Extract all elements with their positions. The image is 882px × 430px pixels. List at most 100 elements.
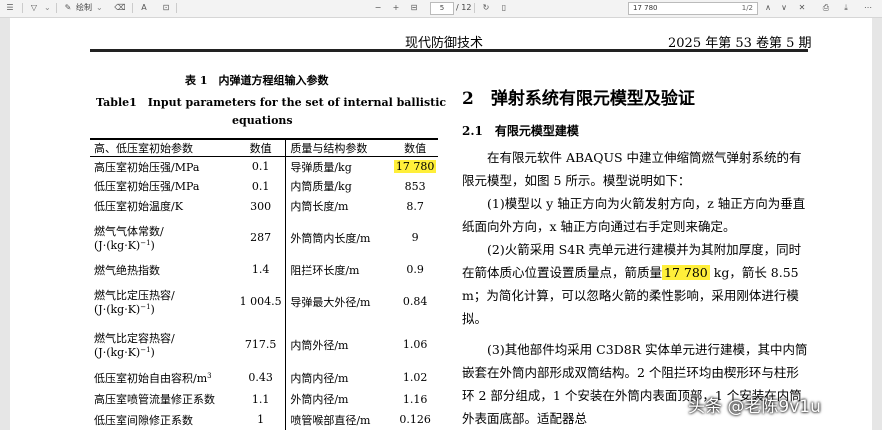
param-name-line: 低压室初始自由容积/m bbox=[94, 371, 208, 385]
column-header: 高、低压室初始参数 bbox=[90, 138, 237, 157]
param-name: 导弹最大外径/m bbox=[290, 295, 371, 309]
draw-dropdown-icon[interactable]: ⌄ bbox=[96, 2, 103, 14]
param-name: 低压室初始温度/K bbox=[94, 200, 183, 213]
param-name-line: 燃气比定压热容/ bbox=[94, 289, 175, 302]
param-name-line: 燃气气体常数/ bbox=[94, 225, 164, 238]
fit-page-icon[interactable]: ⊟ bbox=[408, 2, 420, 14]
param-value: 0.9 bbox=[406, 263, 424, 276]
param-value: 0.43 bbox=[236, 366, 287, 389]
table-title-en: Table1 Input parameters for the set of i… bbox=[96, 96, 447, 109]
table-row: 高压室喷管流量修正系数 1.1 外筒内径/m 1.16 bbox=[90, 388, 438, 410]
param-name: 内筒质量/kg bbox=[290, 180, 352, 193]
param-name: 内筒内径/m bbox=[290, 371, 349, 385]
param-name: 高压室初始压强/MPa bbox=[94, 160, 200, 174]
param-name: 外筒内径/m bbox=[290, 393, 349, 406]
sidebar-toggle-icon[interactable]: ☰ bbox=[4, 2, 16, 14]
text-box-icon[interactable]: ⊡ bbox=[160, 2, 172, 14]
subsection-heading: 2.1 有限元模型建模 bbox=[462, 124, 579, 138]
param-unit: (J·(kg·K) bbox=[94, 303, 141, 316]
body-paragraph: (2)火箭采用 S4R 壳单元进行建模并为其附加厚度，同时在箭体质心位置设置质量… bbox=[462, 238, 808, 330]
unit-exponent: −1 bbox=[140, 303, 151, 311]
parameters-table: 高、低压室初始参数 数值 质量与结构参数 数值 高压室初始压强/MPa 0.1 … bbox=[90, 138, 438, 430]
param-unit: (J·(kg·K) bbox=[94, 239, 141, 252]
table-title-en-2: equations bbox=[232, 114, 293, 127]
param-name-line: 燃气比定容热容/ bbox=[94, 332, 175, 345]
param-value: 1.1 bbox=[236, 388, 287, 410]
table-row: 低压室初始自由容积/m3 0.43 内筒内径/m 1.02 bbox=[90, 366, 438, 389]
param-value: 1 bbox=[236, 409, 287, 430]
param-unit-close: ) bbox=[150, 303, 155, 316]
table-row: 燃气比定容热容/(J·(kg·K)−1) 717.5 内筒外径/m 1.06 bbox=[90, 322, 438, 367]
draw-button[interactable]: 绘制 bbox=[76, 2, 92, 14]
close-icon[interactable]: ✕ bbox=[796, 2, 808, 14]
save-icon[interactable]: ⤓ bbox=[840, 2, 852, 14]
column-header: 数值 bbox=[392, 138, 438, 157]
param-value: 1 004.5 bbox=[236, 280, 287, 323]
rotate-icon[interactable]: ↻ bbox=[480, 2, 492, 14]
table-row: 高压室初始压强/MPa 0.1 导弹质量/kg 17 780 bbox=[90, 156, 438, 177]
watermark: 头条 @老陈9v1u bbox=[688, 397, 821, 417]
page-total: / 12 bbox=[456, 3, 472, 12]
param-value: 0.1 bbox=[236, 176, 287, 196]
zoom-in-icon[interactable]: + bbox=[390, 2, 402, 14]
find-count: 1/2 bbox=[741, 4, 753, 12]
param-name: 低压室间隙修正系数 bbox=[94, 413, 193, 427]
param-name: 燃气比定压热容/(J·(kg·K)−1) bbox=[90, 281, 236, 323]
find-prev-icon[interactable]: ∧ bbox=[762, 2, 774, 14]
param-value: 717.5 bbox=[236, 322, 287, 367]
search-highlight: 17 780 bbox=[393, 160, 437, 174]
table-title-cn: 表 1 内弹道方程组输入参数 bbox=[185, 74, 329, 87]
toolbar-divider bbox=[474, 3, 475, 13]
toolbar-divider bbox=[22, 3, 23, 13]
page-number-input[interactable]: 5 bbox=[430, 2, 454, 15]
param-unit: (J·(kg·K) bbox=[94, 346, 141, 359]
body-paragraph: 在有限元软件 ABAQUS 中建立伸缩筒燃气弹射系统的有限元模型，如图 5 所示… bbox=[462, 150, 802, 188]
param-value: 0.84 bbox=[402, 295, 428, 308]
zoom-out-icon[interactable]: − bbox=[372, 2, 384, 14]
table-row: 低压室间隙修正系数 1 喷管喉部直径/m 0.126 bbox=[90, 409, 438, 430]
table-header-row: 高、低压室初始参数 数值 质量与结构参数 数值 bbox=[90, 138, 438, 157]
more-icon[interactable]: ⋯ bbox=[862, 2, 874, 14]
param-value: 287 bbox=[236, 216, 287, 259]
unit-exponent: −1 bbox=[140, 346, 151, 354]
param-value: 0.126 bbox=[399, 413, 431, 426]
section-heading: 2 弹射系统有限元模型及验证 bbox=[462, 89, 695, 109]
param-value: 300 bbox=[236, 195, 287, 217]
param-value: 1.4 bbox=[236, 258, 287, 281]
find-bar[interactable]: 17 780 1/2 bbox=[628, 2, 758, 15]
dropdown-chevron-icon[interactable]: ⌄ bbox=[44, 2, 51, 14]
table-row: 燃气绝热指数 1.4 阻拦环长度/m 0.9 bbox=[90, 258, 438, 281]
param-value: 853 bbox=[404, 179, 426, 193]
param-value: 8.7 bbox=[406, 199, 424, 213]
page-view-icon[interactable]: ▯ bbox=[498, 2, 510, 14]
header-rule bbox=[90, 49, 808, 52]
param-value: 1.02 bbox=[402, 371, 428, 384]
param-name: 喷管喉部直径/m bbox=[290, 413, 371, 427]
toolbar-divider bbox=[132, 3, 133, 13]
param-name: 低压室初始压强/MPa bbox=[94, 180, 200, 193]
find-next-icon[interactable]: ∨ bbox=[778, 2, 790, 14]
column-header: 数值 bbox=[236, 138, 287, 157]
text-icon[interactable]: A bbox=[138, 2, 150, 14]
param-unit-close: ) bbox=[150, 346, 155, 359]
table-row: 低压室初始压强/MPa 0.1 内筒质量/kg 853 bbox=[90, 176, 438, 196]
print-icon[interactable]: ⎙ bbox=[820, 2, 832, 14]
pdf-page: 现代防御技术 2025 年第 53 卷第 5 期 表 1 内弹道方程组输入参数 … bbox=[10, 18, 872, 430]
find-input[interactable]: 17 780 bbox=[633, 3, 658, 14]
param-unit-close: ) bbox=[150, 239, 155, 252]
param-name: 外筒筒内长度/m bbox=[290, 231, 371, 245]
filter-icon[interactable]: ▽ bbox=[28, 2, 40, 14]
param-value: 0.1 bbox=[236, 156, 287, 177]
body-paragraph: (1)模型以 y 轴正方向为火箭发射方向，z 轴正方向为垂直纸面向外方向，x 轴… bbox=[462, 196, 806, 234]
eraser-icon[interactable]: ⌫ bbox=[114, 2, 126, 14]
param-name: 低压室初始自由容积/m3 bbox=[90, 367, 236, 389]
unit-exponent: −1 bbox=[140, 239, 151, 247]
param-name: 内筒外径/m bbox=[290, 338, 349, 352]
table-row: 低压室初始温度/K 300 内筒长度/m 8.7 bbox=[90, 195, 438, 217]
param-value: 1.16 bbox=[402, 392, 428, 406]
toolbar-divider bbox=[56, 3, 57, 13]
param-name: 导弹质量/kg bbox=[290, 160, 352, 174]
draw-icon[interactable]: ✎ bbox=[62, 2, 74, 14]
unit-exponent: 3 bbox=[207, 371, 212, 380]
table-row: 燃气气体常数/(J·(kg·K)−1) 287 外筒筒内长度/m 9 bbox=[90, 216, 438, 259]
